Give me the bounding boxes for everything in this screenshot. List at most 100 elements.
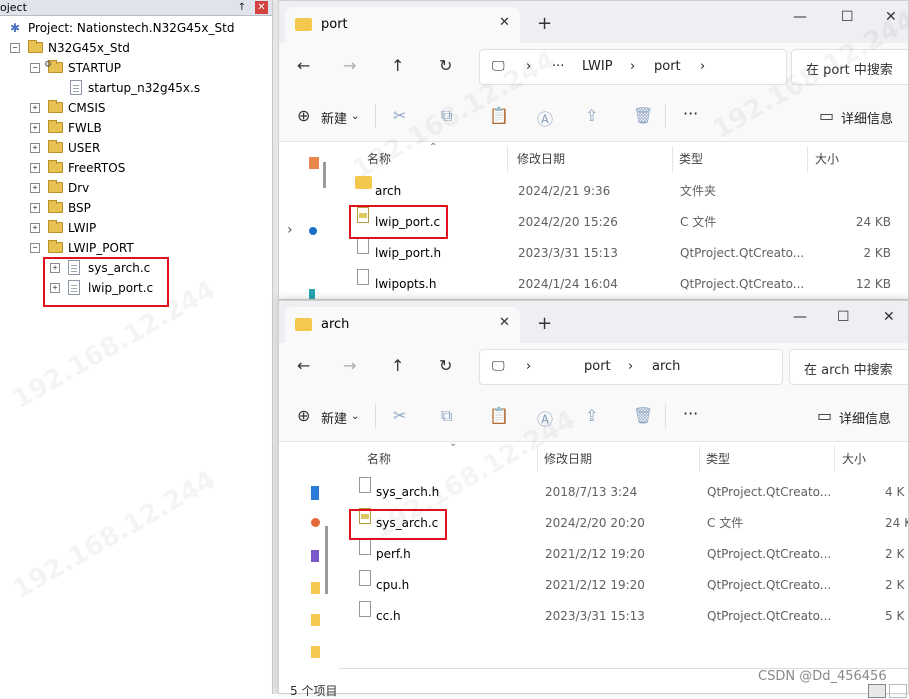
up-icon[interactable]: ↑: [391, 56, 404, 75]
tree-item-group[interactable]: + BSP: [0, 198, 273, 218]
new-button[interactable]: 新建: [321, 108, 347, 127]
new-tab-icon[interactable]: +: [537, 313, 552, 334]
chevron-down-icon[interactable]: ⌄: [351, 411, 359, 422]
nav-icon[interactable]: [311, 518, 320, 527]
refresh-icon[interactable]: ↻: [439, 56, 452, 75]
cut-icon[interactable]: ✂: [393, 406, 406, 425]
tree-item-group[interactable]: + CMSIS: [0, 98, 273, 118]
nav-icon[interactable]: [311, 486, 319, 500]
back-icon[interactable]: ←: [297, 56, 310, 75]
more-options-icon[interactable]: ···: [683, 404, 698, 423]
up-icon[interactable]: ↑: [391, 356, 404, 375]
tree-item-group[interactable]: − STARTUP: [0, 58, 273, 78]
column-header-date[interactable]: 修改日期: [517, 150, 565, 167]
collapse-icon[interactable]: −: [30, 63, 40, 73]
breadcrumb-port[interactable]: port: [584, 359, 611, 374]
tree-item-group[interactable]: + LWIP: [0, 218, 273, 238]
details-view-icon[interactable]: [868, 684, 886, 698]
share-icon[interactable]: ⇪: [585, 406, 598, 425]
breadcrumb-more[interactable]: ···: [552, 59, 564, 74]
nav-icon[interactable]: [311, 582, 320, 594]
collapse-icon[interactable]: −: [10, 43, 20, 53]
breadcrumb-arch[interactable]: arch: [652, 359, 680, 374]
column-header-name[interactable]: 名称: [367, 150, 391, 167]
tree-item-project[interactable]: ✱ Project: Nationstech.N32G45x_Std: [0, 18, 273, 38]
more-options-icon[interactable]: ···: [683, 104, 698, 123]
nav-icon[interactable]: [311, 646, 320, 658]
new-button[interactable]: 新建: [321, 408, 347, 427]
home-icon[interactable]: [309, 157, 319, 169]
expand-icon[interactable]: +: [30, 203, 40, 213]
expand-icon[interactable]: +: [30, 103, 40, 113]
divider[interactable]: [699, 446, 700, 472]
close-tab-icon[interactable]: ✕: [499, 15, 510, 30]
breadcrumb-lwip[interactable]: LWIP: [582, 59, 613, 74]
refresh-icon[interactable]: ↻: [439, 356, 452, 375]
nav-icon[interactable]: [311, 550, 319, 562]
tree-item-group[interactable]: + Drv: [0, 178, 273, 198]
details-pane-icon[interactable]: ▭: [819, 106, 834, 125]
close-tab-icon[interactable]: ✕: [499, 315, 510, 330]
breadcrumb-port[interactable]: port: [654, 59, 681, 74]
rename-icon[interactable]: Ⓐ: [537, 106, 553, 130]
minimize-icon[interactable]: —: [793, 309, 807, 325]
copy-icon[interactable]: ⧉: [441, 106, 452, 126]
file-row[interactable]: arch 2024/2/21 9:36 文件夹: [339, 176, 899, 206]
divider[interactable]: [672, 146, 673, 172]
expand-icon[interactable]: +: [30, 223, 40, 233]
column-header-date[interactable]: 修改日期: [544, 450, 592, 467]
onedrive-icon[interactable]: [309, 227, 317, 235]
search-box[interactable]: 在 port 中搜索: [791, 49, 908, 85]
scrollbar[interactable]: [325, 526, 328, 594]
expand-icon[interactable]: +: [30, 143, 40, 153]
close-icon[interactable]: ✕: [255, 1, 268, 14]
expand-icon[interactable]: +: [30, 183, 40, 193]
paste-icon[interactable]: 📋: [489, 106, 509, 125]
tab-arch[interactable]: arch ✕: [285, 307, 520, 343]
expand-icon[interactable]: +: [30, 163, 40, 173]
pin-icon[interactable]: ↑: [236, 0, 248, 15]
new-icon[interactable]: ⊕: [297, 406, 310, 425]
forward-icon[interactable]: →: [343, 56, 356, 75]
collapse-icon[interactable]: −: [30, 243, 40, 253]
file-row[interactable]: cc.h 2023/3/31 15:13 QtProject.QtCreato.…: [339, 601, 908, 631]
nav-icon[interactable]: [311, 614, 320, 626]
tab-port[interactable]: port ✕: [285, 7, 520, 43]
chevron-down-icon[interactable]: ⌄: [351, 111, 359, 122]
rename-icon[interactable]: Ⓐ: [537, 406, 553, 430]
cut-icon[interactable]: ✂: [393, 106, 406, 125]
forward-icon[interactable]: →: [343, 356, 356, 375]
delete-icon[interactable]: 🗑: [633, 406, 653, 425]
maximize-icon[interactable]: ☐: [841, 9, 854, 25]
file-row[interactable]: perf.h 2021/2/12 19:20 QtProject.QtCreat…: [339, 539, 908, 569]
divider[interactable]: [834, 446, 835, 472]
copy-icon[interactable]: ⧉: [441, 406, 452, 426]
divider[interactable]: [537, 446, 538, 472]
drive-icon[interactable]: [309, 289, 315, 299]
close-window-icon[interactable]: ✕: [883, 309, 895, 325]
tree-item-file[interactable]: startup_n32g45x.s: [0, 78, 273, 98]
tree-item-group[interactable]: + FWLB: [0, 118, 273, 138]
maximize-icon[interactable]: ☐: [837, 309, 850, 325]
tree-item-group[interactable]: − LWIP_PORT: [0, 238, 273, 258]
divider[interactable]: [507, 146, 508, 172]
expand-icon[interactable]: +: [30, 123, 40, 133]
chevron-right-icon[interactable]: ›: [287, 222, 293, 238]
file-row[interactable]: sys_arch.h 2018/7/13 3:24 QtProject.QtCr…: [339, 477, 908, 507]
tree-item-target[interactable]: − N32G45x_Std: [0, 38, 273, 58]
new-tab-icon[interactable]: +: [537, 13, 552, 34]
tree-item-group[interactable]: + FreeRTOS: [0, 158, 273, 178]
paste-icon[interactable]: 📋: [489, 406, 509, 425]
column-header-name[interactable]: 名称: [367, 450, 391, 467]
column-header-size[interactable]: 大小: [815, 150, 839, 167]
file-row[interactable]: lwip_port.h 2023/3/31 15:13 QtProject.Qt…: [339, 238, 899, 268]
new-icon[interactable]: ⊕: [297, 106, 310, 125]
file-row[interactable]: lwipopts.h 2024/1/24 16:04 QtProject.QtC…: [339, 269, 899, 299]
tiles-view-icon[interactable]: [889, 684, 907, 698]
column-header-size[interactable]: 大小: [842, 450, 866, 467]
close-window-icon[interactable]: ✕: [885, 9, 897, 25]
column-header-type[interactable]: 类型: [706, 450, 730, 467]
file-row[interactable]: cpu.h 2021/2/12 19:20 QtProject.QtCreato…: [339, 570, 908, 600]
minimize-icon[interactable]: —: [793, 9, 807, 25]
search-box[interactable]: 在 arch 中搜索: [789, 349, 908, 385]
